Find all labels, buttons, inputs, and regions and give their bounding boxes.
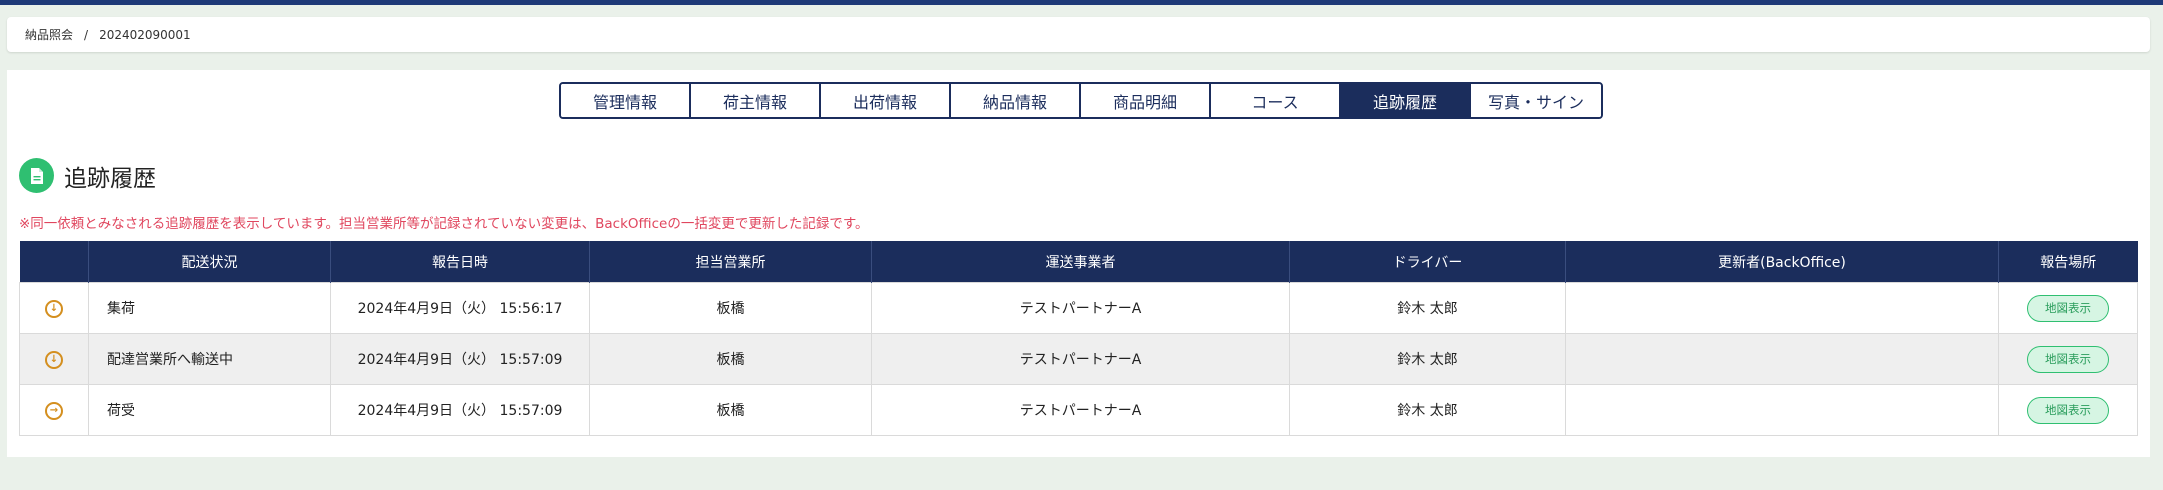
map-display-button[interactable]: 地図表示 bbox=[2027, 396, 2109, 424]
cell-datetime: 2024年4月9日（火） 15:57:09 bbox=[330, 384, 590, 436]
notice-text: ※同一依頼とみなされる追跡履歴を表示しています。担当営業所等が記録されていない変… bbox=[19, 216, 869, 232]
breadcrumb-current: 202402090001 bbox=[99, 27, 191, 42]
arrow-down-circle-icon: ↓ bbox=[45, 350, 63, 369]
top-accent-bar bbox=[0, 0, 2163, 5]
main-panel: 管理情報 荷主情報 出荷情報 納品情報 商品明細 コース 追跡履歴 写真・サイン… bbox=[7, 70, 2150, 457]
column-header-driver: ドライバー bbox=[1289, 241, 1566, 283]
cell-carrier: テストパートナーA bbox=[871, 282, 1290, 334]
tab-shipment-info[interactable]: 出荷情報 bbox=[821, 84, 951, 117]
document-icon bbox=[19, 158, 54, 193]
arrow-down-circle-icon: ↓ bbox=[45, 299, 63, 318]
tab-course[interactable]: コース bbox=[1211, 84, 1341, 117]
cell-office: 板橋 bbox=[589, 384, 872, 436]
column-header-datetime: 報告日時 bbox=[330, 241, 590, 283]
breadcrumb-parent-link[interactable]: 納品照会 bbox=[25, 26, 73, 43]
table-row: ↓ 集荷 2024年4月9日（火） 15:56:17 板橋 テストパートナーA … bbox=[19, 282, 2138, 334]
table-row: → 荷受 2024年4月9日（火） 15:57:09 板橋 テストパートナーA … bbox=[19, 384, 2138, 436]
tracking-history-table: 配送状況 報告日時 担当営業所 運送事業者 ドライバー 更新者(BackOffi… bbox=[19, 241, 2138, 436]
cell-status: 集荷 bbox=[88, 282, 331, 334]
cell-datetime: 2024年4月9日（火） 15:57:09 bbox=[330, 333, 590, 385]
cell-updater bbox=[1565, 384, 1999, 436]
cell-office: 板橋 bbox=[589, 282, 872, 334]
cell-status: 配達営業所へ輸送中 bbox=[88, 333, 331, 385]
cell-driver: 鈴木 太郎 bbox=[1289, 282, 1566, 334]
arrow-right-circle-icon: → bbox=[45, 401, 63, 420]
tab-item-details[interactable]: 商品明細 bbox=[1081, 84, 1211, 117]
cell-updater bbox=[1565, 333, 1999, 385]
tab-delivery-info[interactable]: 納品情報 bbox=[951, 84, 1081, 117]
breadcrumb: 納品照会 / 202402090001 bbox=[7, 17, 2150, 52]
column-header-carrier: 運送事業者 bbox=[871, 241, 1290, 283]
column-header-icon bbox=[19, 241, 89, 283]
column-header-location: 報告場所 bbox=[1998, 241, 2138, 283]
section-header: 追跡履歴 bbox=[19, 158, 156, 193]
tab-photo-signature[interactable]: 写真・サイン bbox=[1471, 84, 1601, 117]
table-header-row: 配送状況 報告日時 担当営業所 運送事業者 ドライバー 更新者(BackOffi… bbox=[19, 241, 2138, 283]
column-header-updater: 更新者(BackOffice) bbox=[1565, 241, 1999, 283]
tab-tracking-history[interactable]: 追跡履歴 bbox=[1341, 84, 1471, 117]
map-display-button[interactable]: 地図表示 bbox=[2027, 294, 2109, 322]
tab-bar: 管理情報 荷主情報 出荷情報 納品情報 商品明細 コース 追跡履歴 写真・サイン bbox=[559, 82, 1603, 119]
column-header-status: 配送状況 bbox=[88, 241, 331, 283]
cell-datetime: 2024年4月9日（火） 15:56:17 bbox=[330, 282, 590, 334]
tab-management-info[interactable]: 管理情報 bbox=[561, 84, 691, 117]
map-display-button[interactable]: 地図表示 bbox=[2027, 345, 2109, 373]
table-row: ↓ 配達営業所へ輸送中 2024年4月9日（火） 15:57:09 板橋 テスト… bbox=[19, 333, 2138, 385]
cell-carrier: テストパートナーA bbox=[871, 333, 1290, 385]
column-header-office: 担当営業所 bbox=[589, 241, 872, 283]
breadcrumb-separator: / bbox=[84, 27, 89, 42]
cell-driver: 鈴木 太郎 bbox=[1289, 333, 1566, 385]
cell-status: 荷受 bbox=[88, 384, 331, 436]
tab-shipper-info[interactable]: 荷主情報 bbox=[691, 84, 821, 117]
cell-driver: 鈴木 太郎 bbox=[1289, 384, 1566, 436]
cell-updater bbox=[1565, 282, 1999, 334]
cell-office: 板橋 bbox=[589, 333, 872, 385]
cell-carrier: テストパートナーA bbox=[871, 384, 1290, 436]
page-title: 追跡履歴 bbox=[64, 165, 156, 192]
